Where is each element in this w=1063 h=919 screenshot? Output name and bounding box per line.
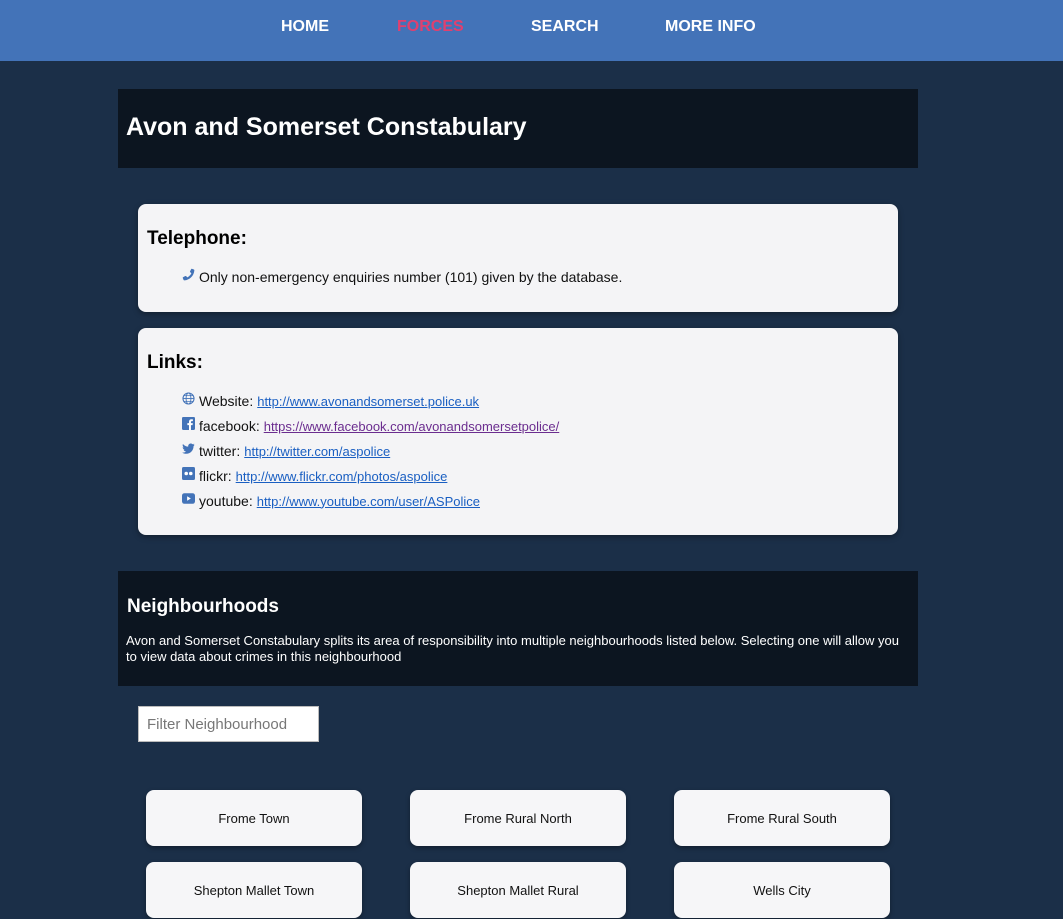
facebook-label: facebook: (199, 418, 260, 434)
telephone-text: Only non-emergency enquiries number (101… (199, 269, 623, 285)
telephone-card: Telephone: Only non-emergency enquiries … (138, 204, 898, 312)
flickr-label: flickr: (199, 468, 232, 484)
youtube-label: youtube: (199, 493, 253, 509)
telephone-heading: Telephone: (147, 228, 247, 249)
links-card: Links: Website: http://www.avonandsomers… (138, 328, 898, 535)
twitter-icon (182, 442, 195, 455)
nav-forces-link[interactable]: FORCES (397, 18, 464, 36)
neighbourhoods-banner: Neighbourhoods Avon and Somerset Constab… (118, 571, 918, 686)
neighbourhood-button[interactable]: Wells City (674, 862, 890, 918)
youtube-link[interactable]: http://www.youtube.com/user/ASPolice (257, 494, 480, 509)
nav-home-link[interactable]: HOME (281, 18, 329, 36)
link-row-youtube: youtube: http://www.youtube.com/user/ASP… (182, 492, 480, 510)
twitter-link[interactable]: http://twitter.com/aspolice (244, 444, 390, 459)
nav-search-link[interactable]: SEARCH (531, 18, 599, 36)
flickr-icon (182, 466, 195, 480)
facebook-link[interactable]: https://www.facebook.com/avonandsomerset… (264, 419, 560, 434)
globe-icon (182, 391, 195, 405)
neighbourhood-button[interactable]: Shepton Mallet Rural (410, 862, 626, 918)
neighbourhood-button[interactable]: Shepton Mallet Town (146, 862, 362, 918)
link-row-twitter: twitter: http://twitter.com/aspolice (182, 442, 390, 460)
nav-more-info-link[interactable]: MORE INFO (665, 18, 756, 36)
force-title-banner: Avon and Somerset Constabulary (118, 89, 918, 168)
neighbourhoods-heading: Neighbourhoods (127, 596, 279, 617)
website-label: Website: (199, 393, 254, 409)
link-row-facebook: facebook: https://www.facebook.com/avona… (182, 416, 560, 435)
link-row-website: Website: http://www.avonandsomerset.poli… (182, 391, 479, 410)
phone-icon (182, 268, 195, 281)
top-navigation-bar: HOME FORCES SEARCH MORE INFO (0, 0, 1063, 61)
youtube-icon (182, 492, 195, 505)
neighbourhood-button[interactable]: Frome Rural South (674, 790, 890, 846)
link-row-flickr: flickr: http://www.flickr.com/photos/asp… (182, 466, 448, 485)
flickr-link[interactable]: http://www.flickr.com/photos/aspolice (236, 469, 448, 484)
neighbourhood-button[interactable]: Frome Rural North (410, 790, 626, 846)
filter-neighbourhood-input[interactable] (138, 706, 319, 742)
website-link[interactable]: http://www.avonandsomerset.police.uk (257, 394, 479, 409)
page-title: Avon and Somerset Constabulary (126, 113, 527, 141)
neighbourhoods-description: Avon and Somerset Constabulary splits it… (126, 633, 899, 664)
neighbourhood-button[interactable]: Frome Town (146, 790, 362, 846)
links-heading: Links: (147, 352, 203, 373)
telephone-row: Only non-emergency enquiries number (101… (182, 268, 622, 286)
twitter-label: twitter: (199, 443, 241, 459)
facebook-icon (182, 416, 195, 430)
